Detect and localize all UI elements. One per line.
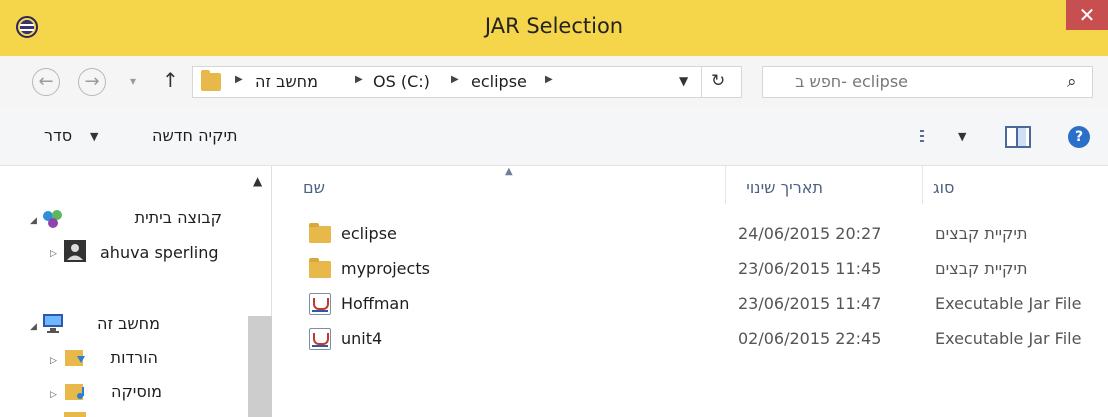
column-header-date[interactable]: תאריך שינוי — [725, 178, 823, 197]
window-title: JAR Selection — [484, 14, 624, 38]
jar-file-icon — [309, 293, 331, 315]
preview-pane-icon[interactable] — [1005, 126, 1031, 148]
breadcrumb-eclipse[interactable]: eclipse — [471, 72, 527, 91]
up-button[interactable]: ↑ — [162, 68, 179, 92]
refresh-icon[interactable]: ↻ — [711, 71, 725, 91]
folder-icon — [309, 258, 331, 278]
view-options-icon[interactable] — [920, 130, 938, 144]
downloads-folder-icon — [64, 346, 86, 368]
navigation-pane: ▲ ◢ קבוצה ביתית ▷ ahuva sperling ◢ מחשב … — [0, 166, 272, 417]
help-icon[interactable]: ? — [1068, 126, 1090, 148]
collapsed-arrow-icon[interactable]: ▷ — [50, 356, 57, 366]
chevron-right-icon[interactable]: ▶ — [545, 74, 553, 85]
file-row-unit4[interactable]: unit4 02/06/2015 22:45 Executable Jar Fi… — [273, 322, 1108, 356]
folder-icon — [309, 223, 331, 243]
scroll-up-icon[interactable]: ▲ — [253, 174, 262, 188]
command-bar: סדר ▼ תיקיה חדשה ▼ ? — [0, 108, 1108, 166]
chevron-right-icon[interactable]: ▶ — [451, 74, 459, 85]
folder-icon — [201, 70, 221, 91]
chevron-down-icon[interactable]: ▼ — [958, 130, 966, 143]
file-list: ▲ שם תאריך שינוי סוג eclipse 24/06/2015 … — [273, 166, 1108, 417]
breadcrumb-os-c[interactable]: OS (C:) — [373, 72, 430, 91]
file-type: Executable Jar File — [935, 329, 1082, 348]
search-icon[interactable]: ⌕ — [1067, 72, 1077, 92]
navigation-bar: ← → ▾ ↑ ▶ מחשב זה ▶ OS (C:) ▶ eclipse ▶ … — [0, 56, 1108, 108]
user-icon — [64, 240, 86, 262]
new-folder-button[interactable]: תיקיה חדשה — [152, 126, 238, 145]
search-input[interactable]: חפש ב- eclipse ⌕ — [762, 66, 1093, 98]
forward-button[interactable]: → — [78, 68, 106, 96]
column-header-name[interactable]: שם — [303, 178, 325, 197]
address-bar[interactable]: ▶ מחשב זה ▶ OS (C:) ▶ eclipse ▶ ▼ ↻ — [192, 66, 742, 98]
file-type: תיקיית קבצים — [935, 224, 1028, 243]
chevron-right-icon[interactable]: ▶ — [235, 74, 243, 85]
file-row-hoffman[interactable]: Hoffman 23/06/2015 11:47 Executable Jar … — [273, 287, 1108, 321]
search-placeholder: חפש ב- eclipse — [795, 72, 908, 91]
collapsed-arrow-icon[interactable]: ▷ — [50, 390, 57, 400]
sort-ascending-icon: ▲ — [505, 166, 513, 177]
file-type: Executable Jar File — [935, 294, 1082, 313]
sidebar-item-music[interactable]: מוסיקה — [100, 382, 162, 401]
music-folder-icon — [64, 380, 86, 402]
column-divider[interactable] — [922, 166, 923, 204]
file-name: unit4 — [341, 329, 383, 348]
file-date: 24/06/2015 20:27 — [738, 224, 882, 243]
sidebar-item-user[interactable]: ahuva sperling — [100, 243, 219, 262]
collapsed-arrow-icon[interactable]: ▷ — [50, 249, 57, 259]
breadcrumb-this-pc[interactable]: מחשב זה — [255, 72, 318, 91]
scrollbar-thumb[interactable] — [248, 316, 272, 417]
file-name: eclipse — [341, 224, 397, 243]
file-name: Hoffman — [341, 294, 410, 313]
close-button[interactable]: ✕ — [1066, 0, 1108, 30]
organize-button[interactable]: סדר — [44, 126, 72, 145]
column-header-type[interactable]: סוג — [933, 178, 954, 197]
jar-file-icon — [309, 328, 331, 350]
sidebar-item-downloads[interactable]: הורדות — [100, 348, 158, 367]
sidebar-item-homegroup[interactable]: קבוצה ביתית — [80, 208, 222, 227]
file-type: תיקיית קבצים — [935, 259, 1028, 278]
title-bar: JAR Selection ✕ — [0, 0, 1108, 56]
file-date: 23/06/2015 11:45 — [738, 259, 882, 278]
file-date: 23/06/2015 11:47 — [738, 294, 882, 313]
sidebar-item-this-pc[interactable]: מחשב זה — [80, 314, 160, 333]
recent-locations-button[interactable]: ▾ — [130, 74, 136, 88]
chevron-down-icon[interactable]: ▼ — [679, 74, 688, 88]
expanded-arrow-icon[interactable]: ◢ — [30, 322, 37, 332]
file-name: myprojects — [341, 259, 430, 278]
back-button[interactable]: ← — [32, 68, 60, 96]
chevron-right-icon[interactable]: ▶ — [355, 74, 363, 85]
chevron-down-icon[interactable]: ▼ — [90, 130, 98, 143]
file-row-myprojects[interactable]: myprojects 23/06/2015 11:45 תיקיית קבצים — [273, 252, 1108, 286]
file-date: 02/06/2015 22:45 — [738, 329, 882, 348]
homegroup-icon — [42, 208, 64, 230]
computer-icon — [42, 312, 64, 334]
expanded-arrow-icon[interactable]: ◢ — [30, 216, 37, 226]
file-row-eclipse[interactable]: eclipse 24/06/2015 20:27 תיקיית קבצים — [273, 217, 1108, 251]
folder-icon — [64, 412, 86, 417]
divider — [701, 67, 702, 97]
